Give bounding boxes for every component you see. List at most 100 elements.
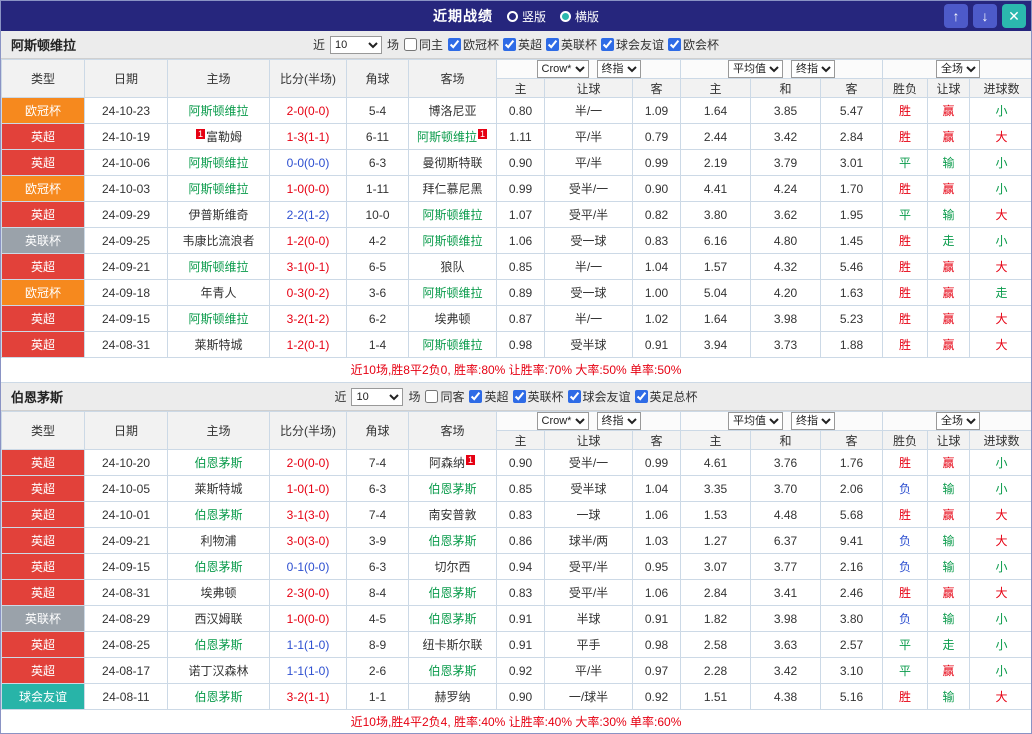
match-date: 24-10-05 xyxy=(84,475,168,502)
euro-odds-draw: 6.37 xyxy=(750,527,821,554)
result-wdl: 胜 xyxy=(882,175,928,202)
euro-odds-away: 2.16 xyxy=(820,553,883,580)
asian-odds-away: 0.82 xyxy=(632,201,681,228)
score-halftime: 3-1(3-0) xyxy=(269,501,347,528)
asian-final-odds-select[interactable]: 终指 xyxy=(596,412,641,430)
same-venue-checkbox[interactable] xyxy=(403,38,417,51)
recent-prefix-label: 近 xyxy=(312,38,325,52)
away-team: 纽卡斯尔联 xyxy=(408,631,497,658)
result-wdl: 胜 xyxy=(882,253,928,280)
match-row: 英超 24-08-31 埃弗顿 2-3(0-0) 8-4 伯恩茅斯 0.83 受平/半 1.06… xyxy=(1,579,1031,606)
euro-odds-home: 5.04 xyxy=(680,279,751,306)
result-goals: 小 xyxy=(969,657,1031,684)
away-team-name: 南安普敦 xyxy=(428,508,477,522)
average-odds-select[interactable]: 平均值 xyxy=(728,60,783,78)
score-halftime: 1-0(1-0) xyxy=(269,475,347,502)
home-team: 阿斯顿维拉 xyxy=(167,253,270,280)
col-header-result: 胜负 xyxy=(882,78,928,98)
score-halftime: 1-2(0-0) xyxy=(269,227,347,254)
euro-odds-draw: 4.24 xyxy=(750,175,821,202)
asian-odds-away: 0.98 xyxy=(632,631,681,658)
league-checkbox[interactable] xyxy=(503,38,516,51)
close-button[interactable]: ✕ xyxy=(1002,4,1026,28)
league-filter[interactable]: 英足总杯 xyxy=(634,388,698,405)
scope-select[interactable]: 全场 xyxy=(936,412,980,430)
euro-final-odds-select[interactable]: 终指 xyxy=(791,60,835,78)
scroll-down-button[interactable]: ↓ xyxy=(973,4,997,28)
recent-count-select[interactable]: 10 xyxy=(351,387,404,406)
result-wdl: 胜 xyxy=(882,97,928,124)
col-header-euro-draw: 和 xyxy=(750,430,821,450)
col-header-type: 类型 xyxy=(1,59,85,98)
euro-odds-draw: 4.20 xyxy=(750,279,821,306)
section-aston-villa: 阿斯顿维拉 近 10 场 同主 欧冠杯 英超 英联杯 球会友谊 欧会杯 类型 日… xyxy=(1,31,1031,383)
league-checkbox[interactable] xyxy=(512,390,526,403)
same-venue-filter[interactable]: 同主 xyxy=(403,36,443,53)
league-filter[interactable]: 欧冠杯 xyxy=(447,36,499,53)
league-type: 英超 xyxy=(1,253,85,280)
col-header-asian-line: 让球 xyxy=(544,78,633,98)
away-team: 伯恩茅斯 xyxy=(408,657,497,684)
league-filter[interactable]: 英超 xyxy=(469,388,509,405)
league-label: 英超 xyxy=(484,390,509,404)
league-filter[interactable]: 英超 xyxy=(503,36,542,53)
match-row: 英联杯 24-09-25 韦康比流浪者 1-2(0-0) 4-2 阿斯顿维拉 1.06 受一球… xyxy=(1,227,1031,254)
asian-odds-home: 0.90 xyxy=(496,683,545,710)
result-handicap: 赢 xyxy=(927,579,970,606)
home-team: 伊普斯维奇 xyxy=(167,201,270,228)
euro-odds-away: 2.84 xyxy=(820,123,883,150)
bookmaker-select[interactable]: Crow* xyxy=(536,412,589,430)
result-handicap: 输 xyxy=(927,527,970,554)
recent-count-select[interactable]: 10 xyxy=(329,35,382,54)
league-checkbox[interactable] xyxy=(668,38,682,51)
radio-vertical-label: 竖版 xyxy=(521,9,546,24)
league-type: 英超 xyxy=(1,657,85,684)
asian-odds-home: 0.94 xyxy=(496,553,545,580)
match-row: 欧冠杯 24-09-18 年青人 0-3(0-2) 3-6 阿斯顿维拉 0.89 受一球 1.0… xyxy=(1,279,1031,306)
average-odds-select[interactable]: 平均值 xyxy=(728,412,783,430)
league-checkbox[interactable] xyxy=(567,390,581,403)
same-venue-filter[interactable]: 同客 xyxy=(425,388,464,405)
col-header-goals: 进球数 xyxy=(969,78,1031,98)
asian-odds-home: 0.85 xyxy=(496,475,545,502)
result-wdl: 负 xyxy=(882,605,928,632)
league-checkbox[interactable] xyxy=(634,390,648,403)
euro-final-odds-select[interactable]: 终指 xyxy=(791,412,835,430)
league-filter[interactable]: 英联杯 xyxy=(512,388,564,405)
match-row: 英超 24-10-19 1 富勒姆 1-3(1-1) 6-11 阿斯顿维拉 1 1.11 平/半 0… xyxy=(1,123,1031,150)
euro-odds-home: 1.64 xyxy=(680,97,751,124)
corner-score: 3-6 xyxy=(346,279,409,306)
layout-radio-horizontal[interactable]: 横版 xyxy=(560,8,599,25)
league-filter[interactable]: 球会友谊 xyxy=(601,36,664,53)
away-team-name: 狼队 xyxy=(440,260,465,274)
filter-bar: 近 10 场 同主 欧冠杯 英超 英联杯 球会友谊 欧会杯 xyxy=(312,35,719,54)
league-filter[interactable]: 球会友谊 xyxy=(567,388,631,405)
home-team-name: 诺丁汉森林 xyxy=(188,664,249,678)
league-checkbox[interactable] xyxy=(601,38,615,51)
result-wdl: 胜 xyxy=(882,305,928,332)
home-team: 利物浦 xyxy=(167,527,270,554)
league-filter[interactable]: 英联杯 xyxy=(546,36,597,53)
away-team: 赫罗纳 xyxy=(408,683,497,710)
result-goals: 大 xyxy=(969,305,1031,332)
same-venue-checkbox[interactable] xyxy=(425,390,439,403)
bookmaker-select[interactable]: Crow* xyxy=(536,60,589,78)
home-team: 莱斯特城 xyxy=(167,475,270,502)
euro-odds-draw: 3.70 xyxy=(750,475,821,502)
result-goals: 大 xyxy=(969,501,1031,528)
away-team-name: 纽卡斯尔联 xyxy=(422,638,483,652)
match-date: 24-10-06 xyxy=(84,149,168,176)
league-checkbox[interactable] xyxy=(469,390,483,403)
league-checkbox[interactable] xyxy=(447,38,461,51)
result-goals: 大 xyxy=(969,123,1031,150)
asian-final-odds-select[interactable]: 终指 xyxy=(596,60,641,78)
scroll-up-button[interactable]: ↑ xyxy=(944,4,968,28)
score-halftime: 1-2(0-1) xyxy=(269,331,347,358)
league-checkbox[interactable] xyxy=(546,38,560,51)
col-header-corner: 角球 xyxy=(346,59,409,98)
asian-handicap-line: 受一球 xyxy=(544,279,633,306)
league-filter[interactable]: 欧会杯 xyxy=(668,36,719,53)
league-type: 英超 xyxy=(1,331,85,358)
layout-radio-vertical[interactable]: 竖版 xyxy=(506,8,546,25)
scope-select[interactable]: 全场 xyxy=(936,60,980,78)
